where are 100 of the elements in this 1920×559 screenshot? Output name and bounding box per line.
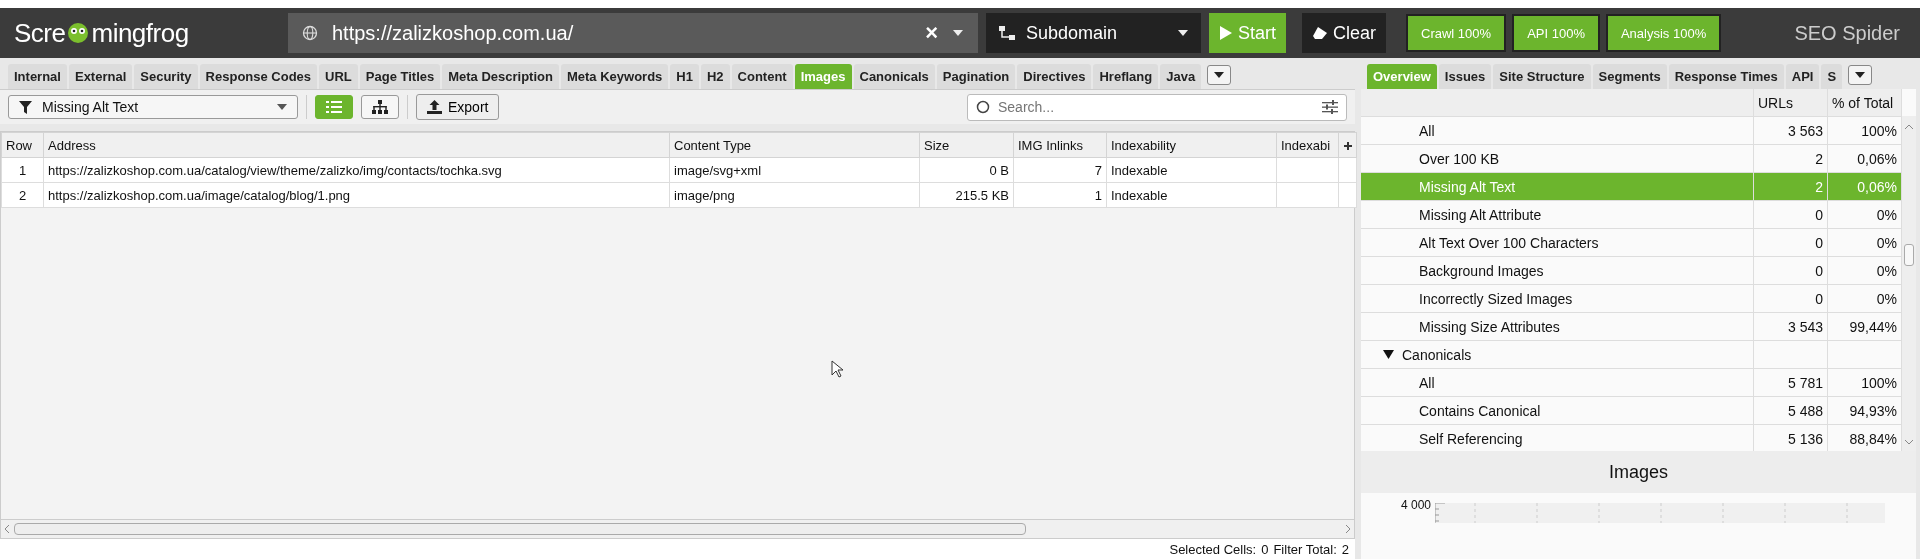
filter-dropdown[interactable]: Missing Alt Text — [8, 95, 298, 119]
add-column-icon[interactable] — [1343, 141, 1352, 150]
column-header[interactable]: % of Total — [1828, 89, 1902, 116]
tab[interactable]: Security — [134, 64, 198, 89]
clear-button[interactable]: Clear — [1302, 13, 1387, 53]
table-cell: https://zalizkoshop.com.ua/catalog/view/theme/zalizko/img/contacts/tochka.svg — [48, 162, 502, 178]
tab[interactable]: Directives — [1017, 64, 1092, 89]
table-cell: https://zalizkoshop.com.ua/image/catalog/blog/1.png — [48, 187, 351, 203]
table-cell: Indexable — [1111, 187, 1168, 203]
table-cell: 1 — [18, 162, 27, 178]
scroll-down-icon[interactable] — [1904, 439, 1914, 445]
clear-url-button[interactable]: × — [925, 20, 938, 46]
table-cell: 1 — [1094, 187, 1102, 203]
tab[interactable]: S — [1821, 64, 1843, 89]
tab[interactable]: Internal — [8, 64, 67, 89]
tree-view-button[interactable] — [361, 95, 399, 119]
tab[interactable]: External — [68, 64, 133, 89]
tab[interactable]: Canonicals — [853, 64, 935, 89]
tab[interactable]: Issues — [1438, 64, 1492, 89]
list-icon — [326, 101, 342, 113]
tab[interactable]: H1 — [670, 64, 699, 89]
expand-caret-icon[interactable] — [1383, 350, 1394, 359]
table-cell: Indexable — [1111, 162, 1168, 178]
caret-icon — [1213, 71, 1226, 79]
tab[interactable]: Content — [731, 64, 793, 89]
search-input[interactable]: Search... — [996, 98, 1316, 116]
table-cell: image/svg+xml — [674, 162, 762, 178]
play-icon — [1219, 25, 1233, 41]
tab[interactable]: Hreflang — [1093, 64, 1159, 89]
table-cell: 2 — [18, 187, 27, 203]
tree-row[interactable]: Incorrectly Sized Images 0 0% — [1361, 285, 1902, 313]
caret-icon — [1177, 29, 1189, 37]
url-text: https://zalizkoshop.com.ua/ — [332, 21, 575, 45]
caret-icon[interactable] — [952, 29, 964, 37]
tab[interactable]: Site Structure — [1493, 64, 1591, 89]
filter-icon — [19, 100, 32, 114]
tab[interactable]: Response Codes — [199, 64, 318, 89]
column-header[interactable]: Content Type — [669, 132, 920, 158]
sliders-icon[interactable] — [1322, 100, 1338, 114]
frog-logo-icon — [66, 21, 91, 45]
tab-menu-button[interactable] — [1207, 65, 1232, 85]
mode-dropdown[interactable]: Subdomain — [986, 13, 1201, 53]
tab[interactable]: Page Titles — [359, 64, 441, 89]
column-header[interactable]: Indexability — [1106, 132, 1277, 158]
column-header[interactable]: IMG Inlinks — [1013, 132, 1107, 158]
tree-row[interactable]: Alt Text Over 100 Characters 0 0% — [1361, 229, 1902, 257]
eraser-icon — [1312, 26, 1328, 40]
tab[interactable]: URL — [319, 64, 358, 89]
column-header[interactable]: URLs — [1754, 89, 1828, 116]
tab[interactable]: Java — [1160, 64, 1202, 89]
caret-icon — [277, 104, 287, 110]
column-header[interactable]: Indexabi — [1276, 132, 1339, 158]
status-value: 2 — [1341, 541, 1349, 557]
progress-badge: API 100% — [1512, 14, 1600, 52]
column-header[interactable]: Row — [1, 132, 44, 158]
tab[interactable]: Meta Keywords — [560, 64, 669, 89]
logo-text: Scre — [14, 17, 66, 49]
list-view-button[interactable] — [315, 95, 353, 119]
table-cell: 0 B — [989, 162, 1009, 178]
export-button[interactable]: Export — [416, 94, 500, 120]
tree-icon — [372, 100, 388, 114]
tab[interactable]: Response Times — [1668, 64, 1784, 89]
tree-row[interactable]: All 3 563 100% — [1361, 117, 1902, 145]
status-value: 0 — [1261, 541, 1269, 557]
search-icon — [976, 100, 990, 114]
hierarchy-icon — [998, 25, 1016, 41]
progress-badge: Analysis 100% — [1605, 14, 1722, 52]
tree-row[interactable]: Background Images 0 0% — [1361, 257, 1902, 285]
scroll-left-icon[interactable] — [4, 524, 10, 534]
tree-row[interactable]: Over 100 KB 2 0,06% — [1361, 145, 1902, 173]
scrollbar-thumb[interactable] — [14, 523, 1026, 535]
table-cell: image/png — [674, 187, 735, 203]
tab[interactable]: Segments — [1592, 64, 1667, 89]
scroll-up-icon[interactable] — [1904, 124, 1914, 130]
horizontal-scrollbar[interactable] — [0, 519, 1355, 539]
column-header[interactable]: Size — [919, 132, 1014, 158]
tab[interactable]: API — [1785, 64, 1820, 89]
tree-row[interactable]: Missing Size Attributes 3 543 99,44% — [1361, 313, 1902, 341]
globe-icon — [302, 25, 318, 41]
tab-menu-button[interactable] — [1848, 65, 1873, 85]
table-cell: 215.5 KB — [955, 187, 1009, 203]
search-bar[interactable]: Search... — [967, 93, 1347, 121]
axis-tick-label: 4 000 — [1401, 499, 1432, 511]
scrollbar-thumb[interactable] — [1904, 243, 1914, 266]
url-field[interactable]: https://zalizkoshop.com.ua/ × — [288, 13, 978, 53]
vertical-scrollbar[interactable] — [1902, 116, 1916, 451]
progress-badge: Crawl 100% — [1406, 14, 1507, 52]
tab[interactable]: Meta Description — [442, 64, 559, 89]
tree-group-row[interactable]: Canonicals — [1361, 341, 1902, 369]
column-header[interactable]: Address — [43, 132, 670, 158]
tab[interactable]: Pagination — [936, 64, 1016, 89]
logo-text: mingfrog — [91, 17, 189, 49]
scroll-right-icon[interactable] — [1345, 524, 1351, 534]
tree-row[interactable]: All 5 781 100% — [1361, 369, 1902, 397]
upload-icon — [427, 100, 442, 114]
tree-row[interactable]: Missing Alt Attribute 0 0% — [1361, 201, 1902, 229]
product-name: SEO Spider — [1794, 21, 1900, 45]
status-label: Selected Cells: — [1169, 541, 1257, 557]
tree-row[interactable]: Contains Canonical 5 488 94,93% — [1361, 397, 1902, 425]
tab[interactable]: H2 — [700, 64, 730, 89]
